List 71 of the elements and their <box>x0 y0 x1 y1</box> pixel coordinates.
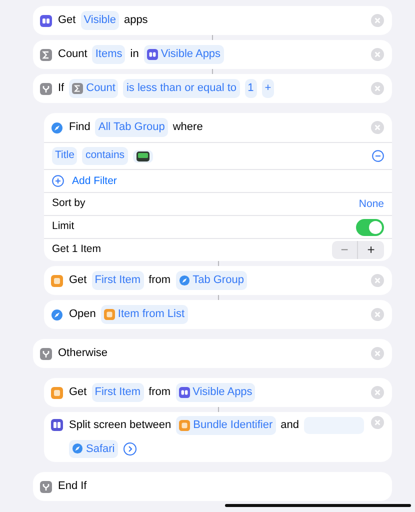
branch-icon <box>40 82 52 94</box>
action-text: where <box>172 120 203 136</box>
plus-circle-icon <box>52 175 64 187</box>
variable-token[interactable]: Visible Apps <box>144 45 224 64</box>
parameter-token[interactable]: First Item <box>92 383 144 402</box>
delete-button[interactable] <box>371 416 384 429</box>
option-label: Sort by <box>52 196 86 212</box>
sort-value-link[interactable]: None <box>358 196 384 212</box>
action-text: apps <box>124 13 148 28</box>
list-icon <box>104 309 115 320</box>
parameter-token[interactable]: First Item <box>92 271 144 290</box>
delete-button[interactable] <box>371 347 384 360</box>
delete-button[interactable] <box>371 82 384 95</box>
action-text: in <box>130 47 139 62</box>
compass-icon <box>72 443 83 454</box>
split-view-icon <box>51 419 63 431</box>
delete-button[interactable] <box>371 274 384 287</box>
action-text: Otherwise <box>58 346 108 362</box>
delete-button[interactable] <box>371 121 384 134</box>
apps-icon <box>40 14 52 26</box>
apps-icon <box>178 387 190 398</box>
compass-icon <box>51 122 63 134</box>
add-filter-button[interactable]: Add Filter <box>52 175 117 187</box>
action-text: Get <box>69 385 87 400</box>
expand-chevron-icon[interactable] <box>122 442 137 456</box>
delete-button[interactable] <box>371 386 384 399</box>
list-icon <box>179 420 190 431</box>
action-text: Get <box>58 13 76 28</box>
action-text: Split screen between <box>69 418 172 433</box>
parameter-token[interactable]: is less than or equal to <box>123 79 240 98</box>
delete-button[interactable] <box>371 308 384 321</box>
increment-button[interactable]: + <box>358 241 384 259</box>
compass-icon <box>178 275 190 286</box>
apps-icon <box>146 49 158 60</box>
branch-icon <box>40 480 52 492</box>
action-text: Get <box>69 273 87 288</box>
action-text: from <box>148 273 171 288</box>
action-text: If <box>58 81 64 96</box>
remove-filter-button[interactable] <box>372 150 384 162</box>
variable-token[interactable]: Safari <box>69 440 118 458</box>
sigma-icon <box>40 48 52 60</box>
option-label: Get 1 Item <box>52 242 102 258</box>
variable-token[interactable]: Count <box>69 79 118 98</box>
variable-token[interactable]: Item from List <box>100 305 188 324</box>
parameter-token[interactable]: All Tab Group <box>95 118 168 137</box>
action-text: from <box>148 385 171 400</box>
list-icon <box>51 274 63 286</box>
delete-button[interactable] <box>371 48 384 61</box>
parameter-token[interactable]: Title <box>52 147 78 165</box>
branch-icon <box>40 348 52 360</box>
add-button[interactable]: + <box>262 79 274 98</box>
option-label: Limit <box>52 219 74 234</box>
variable-token[interactable]: Tab Group <box>176 271 247 290</box>
delete-button[interactable] <box>371 14 384 27</box>
toggle-switch[interactable] <box>356 218 384 236</box>
variable-token[interactable]: Bundle Identifier <box>176 416 276 434</box>
parameter-token[interactable]: Items <box>92 45 126 64</box>
list-icon <box>51 386 63 398</box>
action-text: and <box>280 418 299 433</box>
action-text: Open <box>69 307 96 322</box>
sigma-icon <box>72 83 84 94</box>
parameter-token[interactable]: contains <box>82 147 128 165</box>
decrement-button[interactable]: − <box>332 241 358 259</box>
action-text: Count <box>58 47 88 62</box>
compass-icon <box>51 308 63 320</box>
parameter-token[interactable]: 1 <box>244 79 257 98</box>
action-text: Find <box>69 120 90 136</box>
action-text: End If <box>58 479 87 494</box>
image-icon[interactable] <box>136 150 150 162</box>
variable-token[interactable]: Visible Apps <box>176 383 256 402</box>
parameter-token[interactable]: Visible <box>80 11 119 30</box>
